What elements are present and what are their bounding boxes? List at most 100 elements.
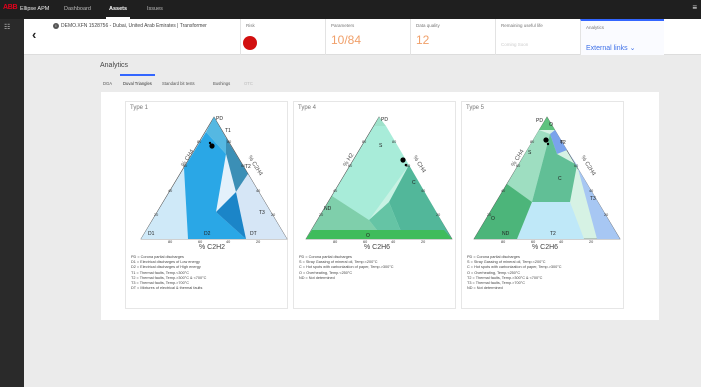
asset-tree-icon[interactable]: ☷ <box>4 23 10 31</box>
tick-label: 80 <box>333 240 337 244</box>
tick-label: 20 <box>271 213 275 217</box>
tick-label: 40 <box>256 189 260 193</box>
zone-label: T1 <box>225 128 231 134</box>
asset-header: ‹ i DEMO.XFN 1528756 - Dubai, United Ara… <box>24 19 701 55</box>
tick-label: 20 <box>589 240 593 244</box>
tick-label: 40 <box>421 189 425 193</box>
tick-label: 20 <box>256 240 260 244</box>
tick-label: 60 <box>516 164 520 168</box>
tick-label: 60 <box>363 240 367 244</box>
tick-label: 80 <box>197 140 201 144</box>
duval-type5-card: Type 5 PD O T2 S C T3 ND T2 O % CH4 % C2… <box>461 101 624 309</box>
nav-issues[interactable]: Issues <box>147 6 163 12</box>
nav-dashboard[interactable]: Dashboard <box>64 6 91 12</box>
tick-label: 40 <box>333 189 337 193</box>
parameters-kpi[interactable]: Parameters 10/84 <box>325 19 410 55</box>
tab-duval-triangles[interactable]: Duval Triangles <box>120 74 155 86</box>
tick-label: 20 <box>487 213 491 217</box>
tick-label: 40 <box>501 189 505 193</box>
tick-label: 60 <box>574 164 578 168</box>
zone-label: T3 <box>590 196 596 202</box>
zone-label: PD <box>381 117 388 123</box>
rul-value: Coming Soon <box>501 42 529 47</box>
hamburger-menu-icon[interactable]: ≡ <box>692 3 697 12</box>
data-quality-label: Data quality <box>416 23 440 28</box>
duval-type1-triangle: PD T1 T2 T3 D1 D2 DT % CH4 % C2H4 % C2H2… <box>140 116 288 251</box>
tick-label: 40 <box>168 189 172 193</box>
zone-label: PD <box>216 116 223 122</box>
asset-title: DEMO.XFN 1528756 - Dubai, United Arab Em… <box>61 23 207 29</box>
abb-logo: ABB <box>3 4 18 11</box>
tick-label: 40 <box>589 189 593 193</box>
main-content: Analytics DGA Duval Triangles Standard b… <box>24 55 701 387</box>
risk-label: Risk <box>246 23 255 28</box>
analytics-kpi[interactable]: Analytics External links ⌄ <box>580 19 664 55</box>
legend: PD = Corona partial discharges S = Stray… <box>467 255 562 291</box>
rul-kpi: Remaining useful life Coming Soon <box>495 19 580 55</box>
risk-indicator <box>243 36 257 50</box>
legend-item: DT = Mixtures of electrical & thermal fa… <box>131 286 203 291</box>
zone-label: O <box>366 233 370 239</box>
info-icon[interactable]: i <box>53 23 59 29</box>
tick-label: 20 <box>421 240 425 244</box>
external-links-dropdown[interactable]: External links ⌄ <box>586 44 635 52</box>
zone-label: ND <box>502 231 510 237</box>
zone-label: ND <box>324 206 332 212</box>
duval-triangles-panel: Type 1 PD T1 T2 T3 D1 D2 DT % CH4 % C2H4 <box>101 92 659 320</box>
zone-label: PD <box>536 118 543 124</box>
axis-right-label: % CH4 <box>411 155 427 175</box>
tab-dga[interactable]: DGA <box>103 81 112 86</box>
tick-label: 60 <box>531 240 535 244</box>
risk-kpi[interactable]: Risk <box>240 19 325 55</box>
legend-item: D2 = Electrical discharges of High energ… <box>131 265 201 270</box>
axis-bottom-label: % C2H2 <box>199 244 225 251</box>
left-sidebar: ☷ <box>0 19 24 387</box>
tick-label: 60 <box>183 164 187 168</box>
legend-item: C = Hot spots with carbonization of pape… <box>299 265 394 270</box>
tick-label: 60 <box>406 164 410 168</box>
legend-item: C = Hot spots with carbonization of pape… <box>467 265 562 270</box>
tab-standard-bit-tests[interactable]: Standard bit tests <box>162 81 195 86</box>
zone-label: DT <box>250 231 257 237</box>
tick-label: 40 <box>391 240 395 244</box>
tab-otc: OTC <box>244 81 253 86</box>
tick-label: 60 <box>348 164 352 168</box>
zone-label: O <box>549 122 553 128</box>
tab-bushings[interactable]: Bushings <box>213 81 230 86</box>
tick-label: 80 <box>362 140 366 144</box>
tick-label: 60 <box>198 240 202 244</box>
tick-label: 60 <box>241 164 245 168</box>
zone-label: D1 <box>148 231 155 237</box>
section-title: Analytics <box>100 62 129 69</box>
data-quality-value: 12 <box>416 33 430 47</box>
tick-label: 40 <box>226 240 230 244</box>
zone-label: T2 <box>245 164 251 170</box>
tick-label: 20 <box>436 213 440 217</box>
tick-label: 20 <box>604 213 608 217</box>
parameters-value: 10/84 <box>331 33 362 47</box>
zone-label: D2 <box>204 231 211 237</box>
zone-label: O <box>491 216 495 222</box>
zone-label: T3 <box>259 210 265 216</box>
duval-type4-triangle: PD S C ND O % H2 % CH4 % C2H6 80 60 40 2… <box>305 116 453 251</box>
rul-label: Remaining useful life <box>501 23 543 28</box>
legend: PD = Corona partial discharges D1 = Elec… <box>131 255 206 291</box>
analytics-label: Analytics <box>586 25 605 30</box>
tick-label: 80 <box>392 140 396 144</box>
data-quality-kpi[interactable]: Data quality 12 <box>410 19 495 55</box>
zone-label: C <box>558 176 562 182</box>
tick-label: 20 <box>154 213 158 217</box>
duval-type5-triangle: PD O T2 S C T3 ND T2 O % CH4 % C2H4 % C2… <box>473 116 621 251</box>
legend: PD = Corona partial discharges S = Stray… <box>299 255 394 281</box>
parameters-label: Parameters <box>331 23 355 28</box>
axis-bottom-label: % C2H6 <box>532 244 558 251</box>
axis-bottom-label: % C2H6 <box>364 244 390 251</box>
back-chevron-icon[interactable]: ‹ <box>32 27 36 42</box>
axis-right-label: % C2H4 <box>579 155 596 178</box>
tick-label: 80 <box>560 140 564 144</box>
duval-type1-card: Type 1 PD T1 T2 T3 D1 D2 DT % CH4 % C2H4 <box>125 101 288 309</box>
zone-label: T2 <box>550 231 556 237</box>
nav-assets[interactable]: Assets <box>105 6 131 19</box>
zone-label: C <box>412 180 416 186</box>
duval-type4-card: Type 4 PD S C ND O % H2 % CH4 % C2H6 80 <box>293 101 456 309</box>
